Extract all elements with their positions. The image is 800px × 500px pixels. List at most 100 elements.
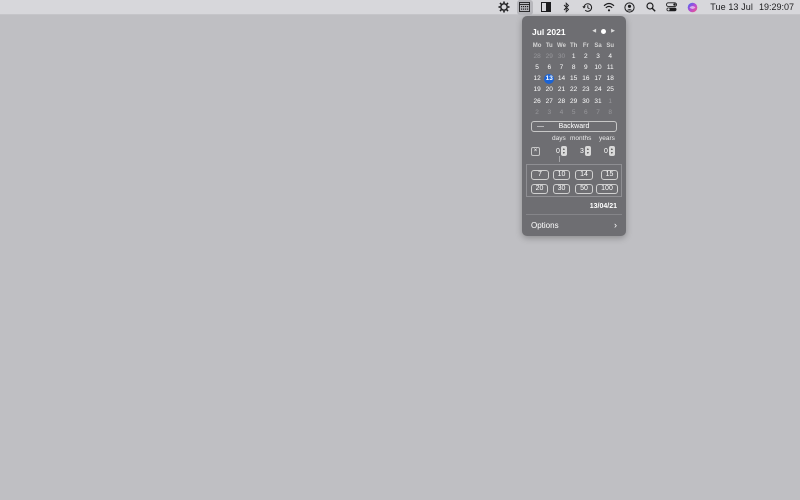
calendar-day[interactable]: 28: [531, 52, 543, 62]
unit-months-label: months: [570, 135, 592, 142]
calendar-day[interactable]: 25: [604, 85, 616, 95]
calendar-day[interactable]: 27: [543, 97, 555, 107]
calendar-day[interactable]: 4: [604, 52, 616, 62]
calendar-grid: Mo Tu We Th Fr Sa Su 28 29 30 1 2 3 4 5 6 7 8 9 10 11 12 13 14 1…: [531, 40, 617, 118]
split-square-icon[interactable]: [538, 0, 554, 15]
calendar-day[interactable]: 11: [604, 63, 616, 73]
months-value[interactable]: 3: [580, 148, 584, 155]
weekday-label: Th: [569, 42, 578, 49]
result-date: 13/04/21: [589, 203, 617, 210]
month-label: Jul 2021: [532, 27, 566, 37]
years-stepper[interactable]: 0 ▲ ▼: [604, 146, 615, 156]
calendar-day[interactable]: 14: [555, 74, 567, 84]
calendar-day[interactable]: 30: [580, 97, 592, 107]
calendar-day[interactable]: 3: [592, 52, 604, 62]
weekday-label: Sa: [594, 42, 602, 49]
control-center-icon[interactable]: [664, 0, 680, 15]
weekday-header-row: Mo Tu We Th Fr Sa Su: [531, 40, 617, 51]
calendar-day[interactable]: 17: [592, 74, 604, 84]
calendar-day[interactable]: 24: [592, 85, 604, 95]
minus-icon: —: [537, 123, 544, 130]
quick-value-button[interactable]: 50: [575, 184, 593, 194]
calendar-day[interactable]: 29: [568, 97, 580, 107]
calendar-day[interactable]: 9: [580, 63, 592, 73]
menu-bar: Tue 13 Jul 19:29:07: [0, 0, 800, 15]
menubar-time[interactable]: 19:29:07: [759, 2, 794, 12]
weekday-label: We: [557, 42, 566, 49]
quick-values-panel: 7 10 14 15 20 30 50 100: [526, 164, 622, 197]
quick-value-button[interactable]: 20: [531, 184, 548, 194]
calendar-day[interactable]: 26: [531, 97, 543, 107]
clear-button[interactable]: ×: [531, 147, 540, 156]
calendar-day[interactable]: 3: [543, 108, 555, 118]
calendar-day[interactable]: 10: [592, 63, 604, 73]
months-stepper[interactable]: 3 ▲ ▼: [580, 146, 591, 156]
calendar-day[interactable]: 5: [568, 108, 580, 118]
prev-month-icon[interactable]: ◀: [592, 28, 596, 34]
calendar-day[interactable]: 8: [604, 108, 616, 118]
quick-value-button[interactable]: 15: [601, 170, 618, 180]
calendar-day[interactable]: 28: [555, 97, 567, 107]
time-machine-icon[interactable]: [580, 0, 596, 15]
weekday-label: Tu: [545, 42, 553, 49]
siri-icon[interactable]: [685, 0, 701, 15]
calendar-day[interactable]: 31: [592, 97, 604, 107]
gear-badge-icon[interactable]: [496, 0, 512, 15]
slider-tick: [559, 156, 560, 162]
week-row: 5 6 7 8 9 10 11: [531, 62, 617, 73]
calendar-icon[interactable]: [516, 0, 533, 15]
chevron-right-icon[interactable]: ›: [614, 220, 617, 230]
calendar-day[interactable]: 6: [580, 108, 592, 118]
stepper-arrows-icon[interactable]: ▲ ▼: [608, 146, 615, 156]
calendar-day[interactable]: 22: [568, 85, 580, 95]
menubar-date[interactable]: Tue 13 Jul: [710, 2, 753, 12]
next-month-icon[interactable]: ▶: [611, 28, 615, 34]
days-value[interactable]: 0: [556, 148, 560, 155]
calendar-day[interactable]: 1: [568, 52, 580, 62]
calendar-day[interactable]: 7: [592, 108, 604, 118]
calendar-day[interactable]: 16: [580, 74, 592, 84]
search-icon[interactable]: [643, 0, 659, 15]
calendar-day[interactable]: 29: [543, 52, 555, 62]
calendar-day-today[interactable]: 13: [543, 74, 555, 85]
calendar-day[interactable]: 1: [604, 97, 616, 107]
options-menu-item[interactable]: Options: [531, 221, 559, 230]
bluetooth-icon[interactable]: [559, 0, 575, 15]
wifi-icon[interactable]: [601, 0, 617, 15]
calendar-day[interactable]: 2: [531, 108, 543, 118]
calendar-day[interactable]: 5: [531, 63, 543, 73]
days-stepper[interactable]: 0 ▲ ▼: [556, 146, 567, 156]
quick-value-button[interactable]: 10: [553, 170, 570, 180]
weekday-label: Su: [606, 42, 615, 49]
calendar-day[interactable]: 7: [555, 63, 567, 73]
weekday-label: Fr: [582, 42, 589, 49]
calendar-day[interactable]: 19: [531, 85, 543, 95]
quick-value-button[interactable]: 30: [553, 184, 570, 194]
month-navigation: ◀ ▶: [592, 28, 615, 34]
date-calculator-popover: Jul 2021 ◀ ▶ Mo Tu We Th Fr Sa Su 28 29 30 1 2 3 4 5 6 7…: [522, 16, 626, 236]
calendar-day[interactable]: 15: [568, 74, 580, 84]
user-circle-icon[interactable]: [622, 0, 638, 15]
calendar-day[interactable]: 30: [555, 52, 567, 62]
years-value[interactable]: 0: [604, 148, 608, 155]
quick-value-button[interactable]: 7: [531, 170, 549, 180]
divider: [526, 214, 622, 215]
current-month-dot[interactable]: [601, 28, 607, 34]
calendar-day[interactable]: 2: [580, 52, 592, 62]
stepper-arrows-icon[interactable]: ▲ ▼: [584, 146, 591, 156]
calendar-day[interactable]: 8: [568, 63, 580, 73]
calendar-day[interactable]: 21: [555, 85, 567, 95]
calendar-day[interactable]: 20: [543, 85, 555, 95]
calendar-day[interactable]: 23: [580, 85, 592, 95]
stepper-arrows-icon[interactable]: ▲ ▼: [560, 146, 567, 156]
calendar-day[interactable]: 4: [555, 108, 567, 118]
today-label: 13: [544, 74, 555, 85]
calendar-day[interactable]: 12: [531, 74, 543, 84]
calendar-day[interactable]: 6: [543, 63, 555, 73]
quick-value-button[interactable]: 100: [596, 184, 618, 194]
calendar-day[interactable]: 18: [604, 74, 616, 84]
unit-years-label: years: [599, 135, 615, 142]
direction-label: Backward: [558, 123, 590, 130]
quick-value-button[interactable]: 14: [575, 170, 593, 180]
direction-button[interactable]: — Backward: [531, 121, 617, 132]
